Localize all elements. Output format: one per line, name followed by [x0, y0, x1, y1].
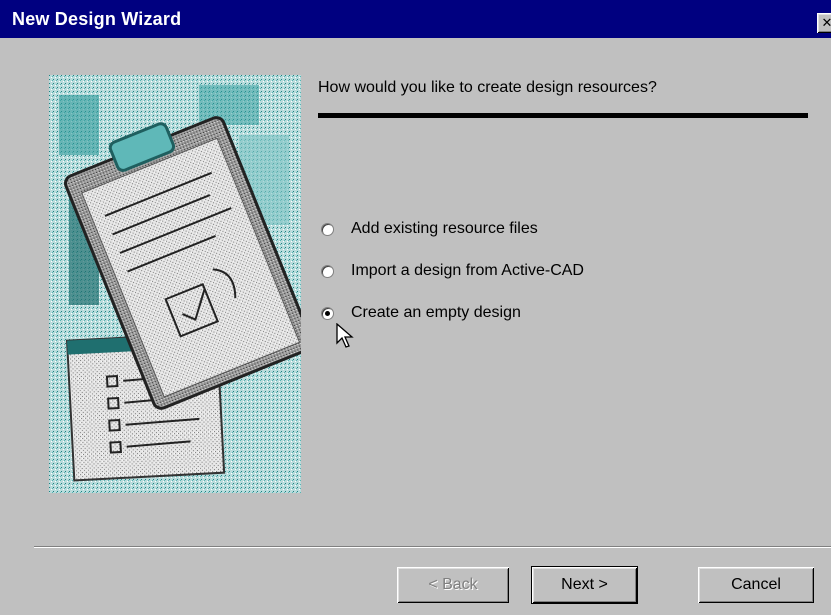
next-button[interactable]: Next > [531, 566, 638, 604]
title-bar: New Design Wizard ✕ [0, 0, 831, 38]
window-title: New Design Wizard [12, 8, 182, 29]
wizard-question: How would you like to create design reso… [318, 79, 657, 96]
radio-create-empty[interactable] [321, 306, 334, 320]
close-button[interactable]: ✕ [817, 13, 831, 33]
radio-import-activecad[interactable] [321, 264, 334, 278]
option-label: Import a design from Active-CAD [351, 262, 584, 279]
option-label: Add existing resource files [351, 220, 538, 237]
radio-add-existing[interactable] [321, 222, 334, 236]
wizard-window: New Design Wizard ✕ How would you like t… [0, 0, 831, 615]
option-import-activecad[interactable]: Import a design from Active-CAD [321, 262, 584, 280]
option-label: Create an empty design [351, 304, 521, 321]
question-divider [318, 113, 808, 118]
clipboard-illustration [49, 75, 301, 493]
radio-selected-dot [325, 310, 330, 316]
arrow-pointer-icon [336, 323, 354, 348]
back-button[interactable]: < Back [397, 567, 509, 603]
option-create-empty[interactable]: Create an empty design [321, 304, 521, 322]
option-add-existing[interactable]: Add existing resource files [321, 220, 538, 238]
close-icon: ✕ [821, 15, 831, 31]
footer-separator [34, 546, 831, 548]
cancel-button[interactable]: Cancel [698, 567, 814, 603]
